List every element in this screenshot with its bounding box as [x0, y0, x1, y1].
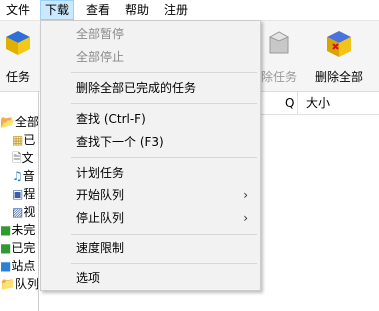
archive-icon: ▦ [12, 133, 24, 147]
menu-item-pause-all[interactable]: 全部暂停 [41, 23, 260, 45]
toolbar-task-label: 任务 [5, 70, 30, 84]
document-icon: 🗎 [12, 151, 22, 165]
chevron-right-icon: › [243, 211, 248, 225]
menu-register[interactable]: 注册 [160, 0, 192, 20]
tree-item-music[interactable]: ♫音 [12, 168, 35, 184]
download-menu-dropdown: 全部暂停 全部停止 删除全部已完成的任务 查找 (Ctrl-F) 查找下一个 (… [40, 20, 261, 291]
tree-item-documents[interactable]: 🗎文 [12, 150, 34, 166]
folder-open-icon: 📂 [0, 115, 15, 129]
menu-item-speed-limit[interactable]: 速度限制 [41, 237, 260, 259]
menu-item-start-queue[interactable]: 开始队列 › [41, 184, 260, 206]
column-divider[interactable] [297, 92, 298, 114]
menu-item-stop-all[interactable]: 全部停止 [41, 46, 260, 68]
tree-item-finished[interactable]: ■已完 [0, 240, 35, 256]
tree-item-programs[interactable]: ▣程 [12, 186, 35, 202]
menu-separator [71, 263, 257, 264]
menu-item-delete-completed[interactable]: 删除全部已完成的任务 [41, 77, 260, 99]
video-icon: ▨ [12, 205, 24, 219]
program-icon: ▣ [12, 187, 24, 201]
task-icon [4, 27, 32, 60]
unfinished-icon: ■ [0, 223, 12, 237]
menu-view[interactable]: 查看 [82, 0, 114, 20]
menu-download[interactable]: 下载 [40, 0, 75, 20]
menu-separator [71, 103, 257, 104]
toolbar-task-button[interactable]: 任务 [0, 21, 36, 91]
tree-item-grabber[interactable]: ■站点 [0, 258, 35, 274]
menu-item-scheduler[interactable]: 计划任务 [41, 162, 260, 184]
menu-bar: 文件 下载 查看 帮助 注册 [0, 0, 379, 21]
music-icon: ♫ [12, 169, 23, 183]
tree-item-video[interactable]: ▨视 [12, 204, 35, 220]
tree-item-compressed[interactable]: ▦已 [12, 132, 35, 148]
tree-item-all[interactable]: 📂全部 [0, 114, 38, 130]
menu-separator [71, 234, 257, 235]
menu-help[interactable]: 帮助 [121, 0, 153, 20]
delete-all-label: 删除全部 [314, 70, 363, 84]
site-icon: ■ [0, 259, 12, 273]
chevron-right-icon: › [243, 188, 248, 202]
category-tree: 📂全部 ▦已 🗎文 ♫音 ▣程 ▨视 ■未完 ■已完 ■站点 📁队列 [0, 92, 39, 311]
queue-folder-icon: 📁 [0, 277, 15, 291]
finished-icon: ■ [0, 241, 12, 255]
delete-task-button[interactable]: 除任务 [255, 21, 303, 91]
menu-separator [71, 157, 257, 158]
download-list-header: Q 大小 [261, 92, 379, 115]
column-header-size[interactable]: 大小 [306, 92, 330, 114]
menu-item-find[interactable]: 查找 (Ctrl-F) [41, 108, 260, 130]
menu-file[interactable]: 文件 [2, 0, 34, 20]
delete-task-label: 除任务 [260, 70, 297, 84]
menu-separator [71, 72, 257, 73]
delete-all-icon [324, 27, 354, 62]
delete-task-icon [264, 27, 294, 60]
column-header-queue[interactable]: Q [285, 92, 294, 114]
delete-all-button[interactable]: 删除全部 [307, 21, 371, 91]
menu-item-stop-queue[interactable]: 停止队列 › [41, 207, 260, 229]
tree-item-queues[interactable]: 📁队列 [0, 276, 38, 292]
menu-item-find-next[interactable]: 查找下一个 (F3) [41, 131, 260, 153]
menu-item-options[interactable]: 选项 [41, 267, 260, 289]
tree-item-unfinished[interactable]: ■未完 [0, 222, 35, 238]
